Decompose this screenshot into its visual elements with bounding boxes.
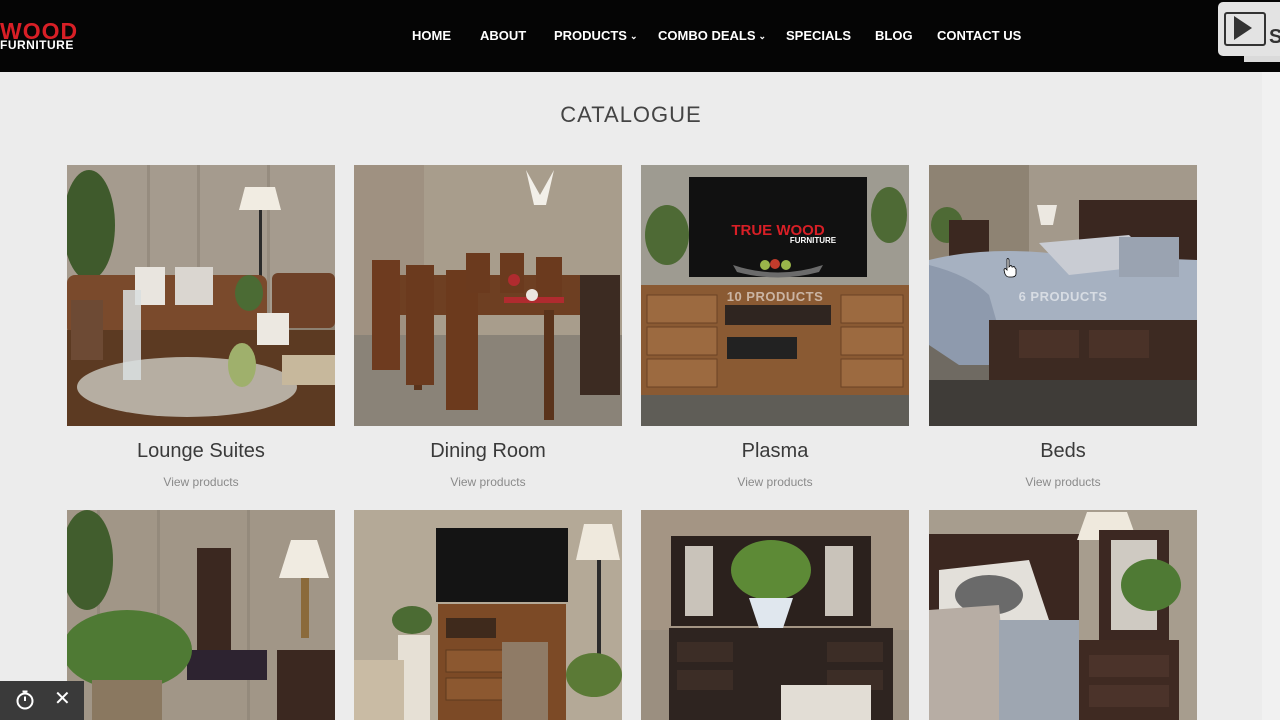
play-icon <box>1234 16 1252 40</box>
tv-brand-subtext: FURNITURE <box>790 236 837 245</box>
scrollbar-track[interactable] <box>1262 72 1280 720</box>
nav-products[interactable]: PRODUCTS ⌄ <box>554 27 638 45</box>
top-navigation-bar: WOOD FURNITURE HOME ABOUT PRODUCTS ⌄ COMB… <box>0 0 1280 72</box>
page-title: CATALOGUE <box>560 102 702 127</box>
category-name[interactable]: Plasma <box>641 440 909 463</box>
nav-blog[interactable]: BLOG <box>875 27 913 45</box>
product-count: 10 PRODUCTS <box>726 289 824 304</box>
category-name[interactable]: Lounge Suites <box>67 440 335 463</box>
hand-cursor-icon <box>1003 258 1017 278</box>
badge-underline <box>1244 56 1280 62</box>
nav-about[interactable]: ABOUT <box>480 27 526 45</box>
nav-combo-deals[interactable]: COMBO DEALS ⌄ <box>658 27 766 45</box>
chevron-down-icon: ⌄ <box>758 31 767 41</box>
nav-specials[interactable]: SPECIALS <box>786 27 851 45</box>
logo-subtitle: FURNITURE <box>0 38 74 52</box>
view-products-link[interactable]: View products <box>67 475 335 489</box>
chevron-down-icon: ⌄ <box>629 31 638 41</box>
close-icon[interactable]: ✕ <box>54 688 71 710</box>
catalogue-image[interactable] <box>929 510 1197 720</box>
product-count: 6 PRODUCTS <box>1018 289 1108 304</box>
catalogue-image[interactable] <box>641 510 909 720</box>
category-name[interactable]: Beds <box>929 440 1197 463</box>
badge-letter: S <box>1269 26 1280 48</box>
catalogue-image[interactable] <box>67 510 335 720</box>
view-products-link[interactable]: View products <box>641 475 909 489</box>
nav-home[interactable]: HOME <box>412 27 451 45</box>
stopwatch-icon[interactable] <box>14 689 36 711</box>
floating-toolbar: ✕ <box>0 681 84 720</box>
video-brand-badge[interactable]: S <box>1218 2 1280 56</box>
nav-contact-us[interactable]: CONTACT US <box>937 27 1021 45</box>
view-products-link[interactable]: View products <box>929 475 1197 489</box>
category-name[interactable]: Dining Room <box>354 440 622 463</box>
catalogue-image[interactable] <box>354 510 622 720</box>
site-logo[interactable]: WOOD FURNITURE <box>0 20 100 52</box>
lounge-suites-image[interactable] <box>67 165 335 426</box>
dining-room-image[interactable] <box>354 165 622 426</box>
view-products-link[interactable]: View products <box>354 475 622 489</box>
